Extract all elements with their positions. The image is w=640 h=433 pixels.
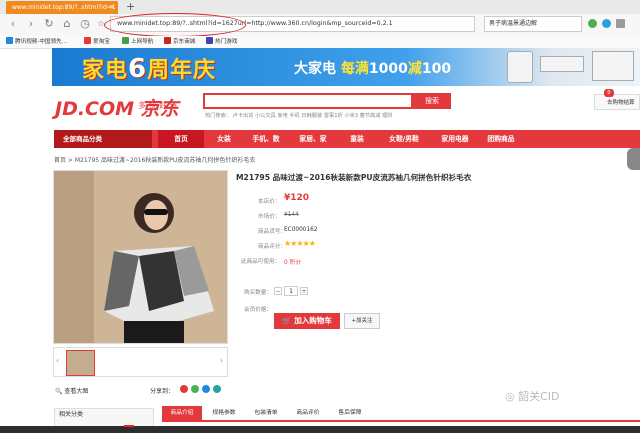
browser-tab-bar: www.minidet.top:89/?..shtml?id=1 × + bbox=[0, 0, 640, 14]
tab-description[interactable]: 商品介绍 bbox=[162, 406, 202, 420]
bookmark-icon bbox=[84, 37, 91, 44]
promo-banner[interactable]: 家电6周年庆 大家电 每满1000减100 bbox=[52, 48, 640, 86]
bookmark-item[interactable]: 腾讯视频-中国领先... bbox=[6, 36, 67, 48]
side-float-button[interactable] bbox=[627, 148, 640, 170]
points-value: 0 积分 bbox=[284, 260, 302, 266]
product-tabs: 商品介绍 规格参数 包装清单 商品评价 售后保障 bbox=[162, 406, 640, 422]
qty-label: 购买数量： bbox=[244, 290, 272, 296]
weibo-icon[interactable] bbox=[180, 385, 188, 393]
bookmark-item[interactable]: 热门游戏 bbox=[206, 36, 237, 48]
close-tab-icon[interactable]: × bbox=[109, 1, 115, 14]
nav-item[interactable]: 家居、家 bbox=[288, 130, 338, 148]
browser-tab-title: www.minidet.top:89/?..shtml?id=1 bbox=[12, 4, 116, 11]
member-price-label: 会员价格： bbox=[244, 307, 272, 313]
tab-after-sales[interactable]: 售后保障 bbox=[330, 406, 370, 420]
nav-item[interactable]: 女鞋/男鞋 bbox=[376, 130, 432, 148]
sku-label: 商品货号： bbox=[258, 229, 286, 235]
product-price: ¥120 bbox=[284, 193, 310, 203]
bookmark-icon bbox=[122, 37, 129, 44]
hot-search-words[interactable]: 热门搜索： 卢卡出货 小公文具 家电 手机 日韩服装 雷事1折 小米3 春节高减… bbox=[205, 112, 392, 119]
cart-label: 去购物结算 bbox=[607, 100, 635, 106]
model-photo bbox=[54, 171, 227, 343]
bookmark-icon bbox=[206, 37, 213, 44]
cart-count-badge: 0 bbox=[604, 89, 614, 97]
thumbnail-strip: ‹ › bbox=[53, 347, 228, 377]
address-toolbar: ‹ › ↻ ⌂ ◷ ☆ www.minidet.top:89/?..shtml?… bbox=[0, 13, 640, 37]
jd-slogan: 多·快·好·省 bbox=[138, 101, 178, 110]
os-taskbar bbox=[0, 426, 640, 433]
breadcrumb[interactable]: 首页 > M21795 品味过渡~2016秋装新款PU皮流苏袖几何拼色针织衫毛衣 bbox=[54, 155, 255, 164]
nav-item[interactable]: 团购商品 bbox=[478, 130, 524, 148]
nav-item[interactable]: 家用电器 bbox=[432, 130, 478, 148]
add-to-cart-button[interactable]: 🛒 加入购物车 bbox=[274, 313, 340, 329]
bookmark-item[interactable]: 京东商城 bbox=[164, 36, 195, 48]
new-tab-icon[interactable]: + bbox=[126, 0, 135, 14]
qty-increase-button[interactable]: + bbox=[300, 287, 308, 295]
tab-specs[interactable]: 规格参数 bbox=[204, 406, 244, 420]
browser-search-input[interactable]: 男子病温景通边解 bbox=[484, 16, 582, 32]
bookmark-icon bbox=[6, 37, 13, 44]
renren-icon[interactable] bbox=[213, 385, 221, 393]
qzone-icon[interactable] bbox=[202, 385, 210, 393]
banner-promo: 大家电 每满1000减100 bbox=[294, 61, 452, 77]
wechat-watermark-icon: ◎ bbox=[505, 390, 515, 403]
refresh-icon[interactable]: ↻ bbox=[42, 17, 56, 31]
washer-image bbox=[507, 51, 533, 83]
site-search-button[interactable]: 搜索 bbox=[413, 93, 451, 109]
bookmark-icon bbox=[164, 37, 171, 44]
rating-stars: ★★★★★ bbox=[284, 239, 316, 248]
bookmark-item[interactable]: 上网导航 bbox=[122, 36, 153, 48]
home-icon[interactable]: ⌂ bbox=[60, 17, 74, 31]
thumbnail-item[interactable] bbox=[66, 350, 95, 376]
appliance-image bbox=[592, 51, 634, 81]
nav-item-home[interactable]: 首页 bbox=[158, 130, 204, 148]
qty-input[interactable]: 1 bbox=[284, 286, 298, 296]
cart-button[interactable]: 去购物结算 bbox=[594, 94, 640, 110]
next-arrow-icon[interactable]: › bbox=[220, 356, 223, 365]
wechat-icon[interactable] bbox=[191, 385, 199, 393]
view-large-image-link[interactable]: 🔍 查看大图 bbox=[55, 386, 88, 395]
menu-icon[interactable] bbox=[616, 19, 625, 28]
tab-package[interactable]: 包装清单 bbox=[246, 406, 286, 420]
watermark: ◎ 韶关CID bbox=[505, 390, 560, 403]
extension-icon[interactable] bbox=[588, 19, 597, 28]
cart-icon: 🛒 bbox=[282, 316, 292, 325]
market-price: ¥144 bbox=[284, 212, 299, 218]
banner-headline: 家电6周年庆 bbox=[82, 54, 217, 84]
aircon-image bbox=[540, 56, 584, 72]
product-main-image[interactable] bbox=[53, 170, 228, 344]
browser-tab[interactable]: www.minidet.top:89/?..shtml?id=1 × bbox=[6, 1, 118, 14]
price-label: 本店价： bbox=[258, 199, 281, 205]
url-highlight-circle bbox=[104, 13, 246, 37]
product-title: M21795 品味过渡~2016秋装新款PU皮流苏袖几何拼色针织衫毛衣 bbox=[236, 173, 472, 182]
nav-item[interactable]: 童装 bbox=[338, 130, 376, 148]
market-price-label: 市场价： bbox=[258, 214, 281, 220]
sku-value: EC0000162 bbox=[284, 227, 318, 233]
points-label: 此商品可使用： bbox=[241, 259, 281, 265]
history-icon[interactable]: ◷ bbox=[78, 17, 92, 31]
magnifier-icon: 🔍 bbox=[55, 388, 63, 395]
share-label: 分享到： bbox=[150, 388, 175, 395]
taskbar-indicator bbox=[124, 425, 134, 427]
tab-reviews[interactable]: 商品评价 bbox=[288, 406, 328, 420]
extension-icon[interactable] bbox=[602, 19, 611, 28]
rating-label: 商品评分： bbox=[258, 244, 286, 250]
main-nav: 全部商品分类 首页 女装 手机、数 家居、家 童装 女鞋/男鞋 家用电器 团购商… bbox=[54, 130, 640, 148]
qty-decrease-button[interactable]: − bbox=[274, 287, 282, 295]
all-categories-menu[interactable]: 全部商品分类 bbox=[54, 130, 152, 148]
back-icon[interactable]: ‹ bbox=[6, 17, 20, 31]
prev-arrow-icon[interactable]: ‹ bbox=[56, 356, 59, 365]
nav-item[interactable]: 手机、数 bbox=[244, 130, 288, 148]
favorite-button[interactable]: +加关注 bbox=[344, 313, 380, 329]
bookmark-item[interactable]: 爱淘宝 bbox=[84, 36, 110, 48]
nav-item[interactable]: 女装 bbox=[204, 130, 244, 148]
site-search-input[interactable] bbox=[203, 93, 413, 109]
forward-icon[interactable]: › bbox=[24, 17, 38, 31]
